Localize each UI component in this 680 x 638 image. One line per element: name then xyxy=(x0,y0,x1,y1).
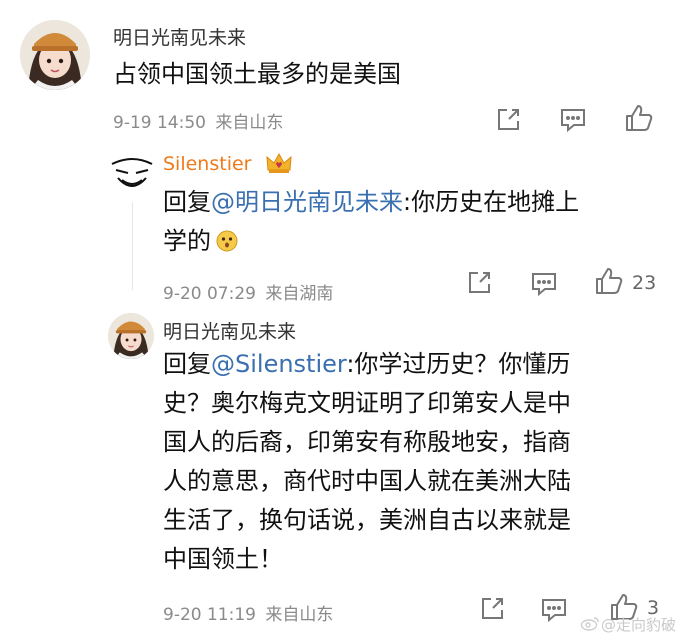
reply-text-line: 人的意思，商代时中国人就在美洲大陆 xyxy=(163,467,571,495)
reply-text-line: 史？奥尔梅克文明证明了印第安人是中 xyxy=(163,389,571,417)
reply-text-line1: :你历史在地摊上 xyxy=(403,188,580,216)
crown-badge-icon: ♥ xyxy=(265,151,293,179)
thread-line xyxy=(132,198,133,290)
vip-username[interactable]: Silenstier xyxy=(163,153,251,175)
reply-text: 回复@Silenstier:你学过历史？你懂历 史？奥尔梅克文明证明了印第安人是… xyxy=(163,345,663,579)
reply-text-line: 生活了，换句话说，美洲自古以来就是 xyxy=(163,506,571,534)
comment-time: 9-19 14:50 xyxy=(113,113,206,133)
comment-username[interactable]: 明日光南见未来 xyxy=(113,23,246,50)
like-count: 23 xyxy=(632,272,657,294)
comment-location: 来自湖南 xyxy=(265,284,334,304)
share-icon[interactable] xyxy=(495,107,521,133)
comment-username[interactable]: 明日光南见未来 xyxy=(163,317,296,344)
comment-icon[interactable] xyxy=(540,597,568,623)
comment-meta: 9-20 11:19 来自山东 xyxy=(163,600,333,625)
like-icon[interactable] xyxy=(594,266,624,296)
comment-time: 9-20 11:19 xyxy=(163,605,256,625)
reply-prefix: 回复 xyxy=(163,350,211,378)
comment-location: 来自山东 xyxy=(265,605,334,625)
comment-icon[interactable] xyxy=(559,107,587,133)
mention-link[interactable]: @明日光南见未来 xyxy=(211,188,403,216)
comment-text: 占领中国领土最多的是美国 xyxy=(113,60,401,88)
avatar[interactable] xyxy=(108,313,154,359)
confused-emoji xyxy=(215,226,239,265)
reply-text-line: 国人的后裔，印第安有称殷地安，指商 xyxy=(163,428,571,456)
share-icon[interactable] xyxy=(466,270,492,296)
comment-icon[interactable] xyxy=(530,271,558,297)
like-icon[interactable] xyxy=(624,103,654,133)
reply-prefix: 回复 xyxy=(163,188,211,216)
svg-text:♥: ♥ xyxy=(275,161,282,170)
comment-location: 来自山东 xyxy=(215,113,284,133)
reply-text: 回复@明日光南见未来:你历史在地摊上 学的 xyxy=(163,183,663,265)
reply-text-line2: 学的 xyxy=(163,227,211,255)
reply-text-line: 中国领土！ xyxy=(163,545,283,573)
weibo-logo-icon xyxy=(580,615,600,635)
comment-username[interactable]: Silenstier xyxy=(163,153,251,175)
reply-text-line1: :你学过历史？你懂历 xyxy=(346,350,571,378)
watermark: @走向豹破 xyxy=(601,616,677,634)
avatar[interactable] xyxy=(20,20,90,90)
comment-time: 9-20 07:29 xyxy=(163,284,256,304)
comment-meta: 9-19 14:50 来自山东 xyxy=(113,108,283,133)
avatar[interactable] xyxy=(106,150,158,202)
share-icon[interactable] xyxy=(479,596,505,622)
mention-link[interactable]: @Silenstier xyxy=(211,350,346,378)
comment-meta: 9-20 07:29 来自湖南 xyxy=(163,279,333,304)
